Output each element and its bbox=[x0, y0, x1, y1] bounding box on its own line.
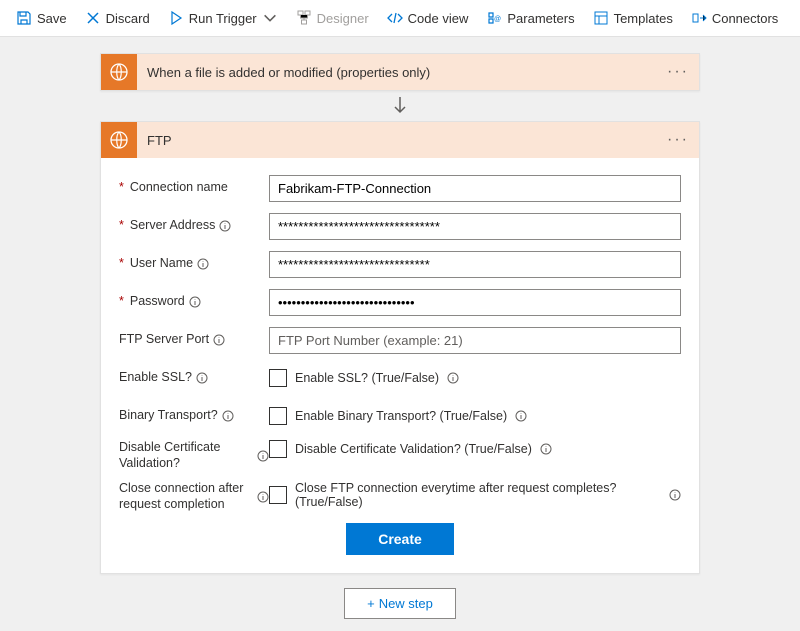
info-icon[interactable] bbox=[196, 372, 208, 384]
parameters-icon: @ bbox=[486, 10, 502, 26]
cert-label: Disable Certificate Validation? bbox=[119, 440, 269, 471]
info-icon[interactable] bbox=[447, 372, 459, 384]
info-icon[interactable] bbox=[197, 258, 209, 270]
templates-icon bbox=[593, 10, 609, 26]
trigger-menu-button[interactable]: ··· bbox=[667, 63, 689, 81]
designer-button: Designer bbox=[288, 6, 377, 30]
close-conn-label: Close connection after request completio… bbox=[119, 481, 269, 512]
binary-checkbox[interactable] bbox=[269, 407, 287, 425]
designer-canvas: When a file is added or modified (proper… bbox=[0, 37, 800, 631]
ftp-card-body: *Connection name *Server Address *User N… bbox=[101, 158, 699, 573]
info-icon[interactable] bbox=[189, 296, 201, 308]
port-input[interactable] bbox=[269, 327, 681, 354]
enable-ssl-checkbox[interactable] bbox=[269, 369, 287, 387]
run-trigger-button[interactable]: Run Trigger bbox=[160, 6, 286, 30]
svg-text:@: @ bbox=[494, 16, 501, 23]
info-icon[interactable] bbox=[213, 334, 225, 346]
play-icon bbox=[168, 10, 184, 26]
code-view-button[interactable]: Code view bbox=[379, 6, 477, 30]
discard-icon bbox=[85, 10, 101, 26]
connection-name-label: *Connection name bbox=[119, 180, 269, 196]
close-conn-chk-label: Close FTP connection everytime after req… bbox=[295, 481, 661, 509]
ftp-title: FTP bbox=[137, 133, 667, 148]
templates-button[interactable]: Templates bbox=[585, 6, 681, 30]
chevron-down-icon bbox=[262, 10, 278, 26]
server-address-label: *Server Address bbox=[119, 218, 269, 234]
create-button[interactable]: Create bbox=[346, 523, 454, 555]
code-icon bbox=[387, 10, 403, 26]
password-input[interactable] bbox=[269, 289, 681, 316]
ftp-card: FTP ··· *Connection name *Server Address… bbox=[100, 121, 700, 574]
info-icon[interactable] bbox=[257, 491, 269, 503]
parameters-button[interactable]: @ Parameters bbox=[478, 6, 582, 30]
info-icon[interactable] bbox=[515, 410, 527, 422]
binary-chk-label: Enable Binary Transport? (True/False) bbox=[295, 409, 507, 423]
server-address-input[interactable] bbox=[269, 213, 681, 240]
cert-checkbox[interactable] bbox=[269, 440, 287, 458]
info-icon[interactable] bbox=[669, 489, 681, 501]
connection-name-input[interactable] bbox=[269, 175, 681, 202]
designer-icon bbox=[296, 10, 312, 26]
info-icon[interactable] bbox=[219, 220, 231, 232]
enable-ssl-chk-label: Enable SSL? (True/False) bbox=[295, 371, 439, 385]
username-input[interactable] bbox=[269, 251, 681, 278]
connectors-button[interactable]: Connectors bbox=[683, 6, 786, 30]
new-step-button[interactable]: + New step bbox=[344, 588, 456, 619]
ftp-card-header[interactable]: FTP ··· bbox=[101, 122, 699, 158]
info-icon[interactable] bbox=[257, 450, 269, 462]
info-icon[interactable] bbox=[540, 443, 552, 455]
cert-chk-label: Disable Certificate Validation? (True/Fa… bbox=[295, 442, 532, 456]
password-label: *Password bbox=[119, 294, 269, 310]
info-icon[interactable] bbox=[222, 410, 234, 422]
close-conn-checkbox[interactable] bbox=[269, 486, 287, 504]
globe-icon bbox=[101, 54, 137, 90]
save-button[interactable]: Save bbox=[8, 6, 75, 30]
plus-icon: + bbox=[367, 596, 375, 611]
username-label: *User Name bbox=[119, 256, 269, 272]
connectors-icon bbox=[691, 10, 707, 26]
save-icon bbox=[16, 10, 32, 26]
enable-ssl-label: Enable SSL? bbox=[119, 370, 269, 386]
toolbar: Save Discard Run Trigger Designer Code v… bbox=[0, 0, 800, 37]
port-label: FTP Server Port bbox=[119, 332, 269, 348]
ftp-menu-button[interactable]: ··· bbox=[667, 131, 689, 149]
trigger-card-header[interactable]: When a file is added or modified (proper… bbox=[101, 54, 699, 90]
globe-icon bbox=[101, 122, 137, 158]
discard-button[interactable]: Discard bbox=[77, 6, 158, 30]
binary-label: Binary Transport? bbox=[119, 408, 269, 424]
trigger-card[interactable]: When a file is added or modified (proper… bbox=[100, 53, 700, 91]
trigger-title: When a file is added or modified (proper… bbox=[137, 65, 667, 80]
flow-arrow bbox=[388, 91, 412, 121]
